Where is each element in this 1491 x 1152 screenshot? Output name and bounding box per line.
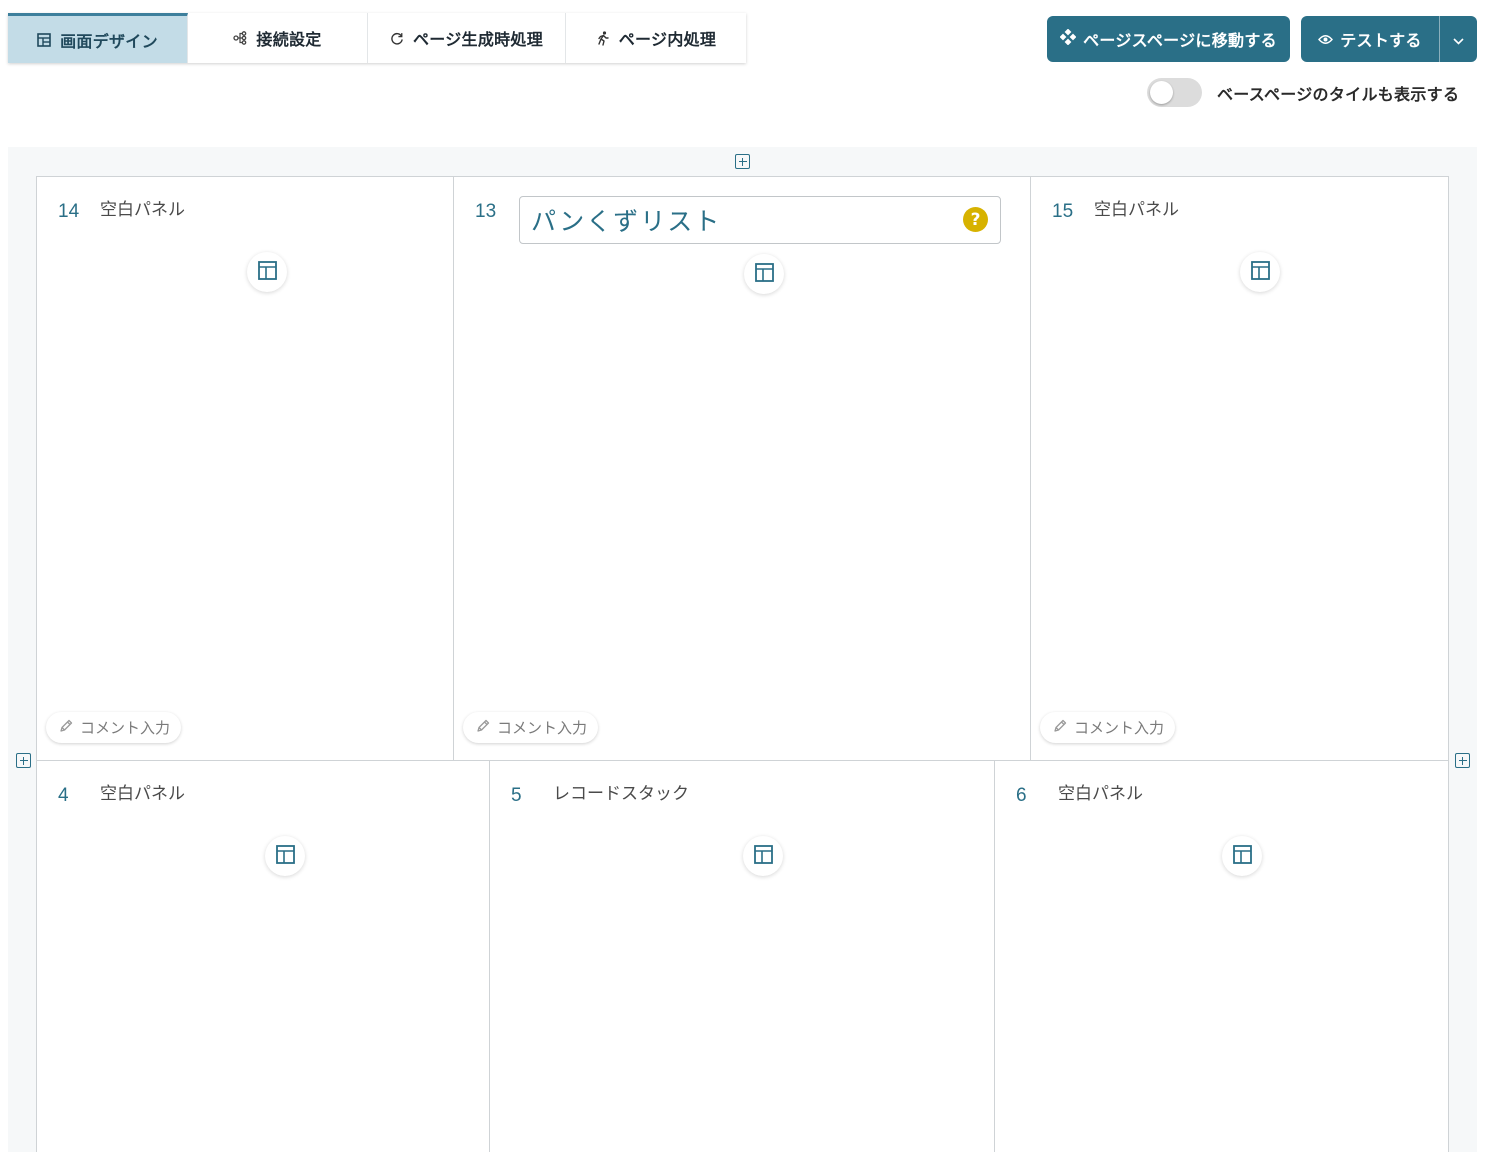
toggle-knob <box>1150 81 1173 104</box>
comment-input-button[interactable]: コメント入力 <box>46 712 182 743</box>
tab-label: ページ内処理 <box>618 30 717 49</box>
layout-button[interactable] <box>1240 252 1280 292</box>
panel-number: 6 <box>1016 785 1027 806</box>
connection-icon <box>233 31 247 45</box>
refresh-icon <box>390 31 404 45</box>
pencil-icon <box>1052 718 1068 738</box>
layout-button[interactable] <box>743 836 783 876</box>
design-canvas: 14 空白パネル コメント入力 13 パンくずリスト ? コメント入力 15 空… <box>8 147 1477 1152</box>
panel-number: 4 <box>58 785 69 806</box>
diamond-grid-icon <box>1059 28 1077 49</box>
panel-15[interactable]: 15 空白パネル コメント入力 <box>1030 176 1449 762</box>
panel-number: 15 <box>1052 201 1074 222</box>
layout-button[interactable] <box>744 254 784 294</box>
panel-name-value: パンくずリスト <box>531 207 722 236</box>
table-layout-icon <box>1232 844 1252 868</box>
panel-title: 空白パネル <box>100 784 185 804</box>
add-column-left-button[interactable] <box>16 753 31 768</box>
panel-4[interactable]: 4 空白パネル <box>36 760 491 1152</box>
chevron-down-icon <box>1453 30 1464 49</box>
table-layout-icon <box>754 262 774 286</box>
editor-tab-bar: 画面デザイン 接続設定 ページ生成時処理 ページ内処理 <box>8 13 746 63</box>
go-to-base-page-button[interactable]: ページスページに移動する <box>1047 16 1290 62</box>
table-layout-icon <box>1250 260 1270 284</box>
panel-number: 5 <box>511 785 522 806</box>
tab-label: 画面デザイン <box>60 31 158 51</box>
show-base-page-tiles-toggle[interactable] <box>1147 78 1202 107</box>
tab-page-generation-process[interactable]: ページ生成時処理 <box>368 13 566 63</box>
panel-title: 空白パネル <box>1094 200 1179 220</box>
layout-icon <box>37 32 51 47</box>
panel-title: 空白パネル <box>100 200 185 220</box>
comment-input-label: コメント入力 <box>497 719 588 737</box>
add-column-right-button[interactable] <box>1455 753 1470 768</box>
panel-name-input[interactable]: パンくずリスト ? <box>519 196 1001 244</box>
go-to-base-page-label: ページスページに移動する <box>1083 31 1277 50</box>
pencil-icon <box>475 718 491 738</box>
eye-icon <box>1318 30 1334 49</box>
panel-14[interactable]: 14 空白パネル コメント入力 <box>36 176 455 762</box>
tab-in-page-process[interactable]: ページ内処理 <box>566 13 746 63</box>
tab-label: 接続設定 <box>256 30 322 49</box>
layout-button[interactable] <box>247 252 287 292</box>
table-layout-icon <box>257 260 277 284</box>
tab-label: ページ生成時処理 <box>412 30 544 49</box>
add-row-top-button[interactable] <box>735 154 750 169</box>
help-icon[interactable]: ? <box>963 207 988 232</box>
pencil-icon <box>58 718 74 738</box>
layout-button[interactable] <box>1222 836 1262 876</box>
comment-input-button[interactable]: コメント入力 <box>1040 712 1176 743</box>
table-layout-icon <box>275 844 295 868</box>
comment-input-label: コメント入力 <box>80 719 171 737</box>
panel-number: 13 <box>475 201 497 222</box>
panel-5[interactable]: 5 レコードスタック <box>489 760 996 1152</box>
panel-title: レコードスタック <box>553 784 689 804</box>
panel-number: 14 <box>58 201 80 222</box>
test-button[interactable]: テストする <box>1301 16 1439 62</box>
comment-input-label: コメント入力 <box>1074 719 1165 737</box>
table-layout-icon <box>753 844 773 868</box>
comment-input-button[interactable]: コメント入力 <box>463 712 599 743</box>
tab-screen-design[interactable]: 画面デザイン <box>8 13 188 63</box>
show-base-page-tiles-label: ベースページのタイルも表示する <box>1217 85 1460 104</box>
layout-button[interactable] <box>265 836 305 876</box>
test-button-label: テストする <box>1340 31 1422 50</box>
running-icon <box>596 30 610 46</box>
test-button-group: テストする <box>1301 16 1477 62</box>
panel-title: 空白パネル <box>1058 784 1143 804</box>
panel-6[interactable]: 6 空白パネル <box>994 760 1449 1152</box>
test-options-dropdown[interactable] <box>1439 16 1477 62</box>
tab-connection-settings[interactable]: 接続設定 <box>188 13 368 63</box>
panel-13[interactable]: 13 パンくずリスト ? コメント入力 <box>453 176 1032 762</box>
